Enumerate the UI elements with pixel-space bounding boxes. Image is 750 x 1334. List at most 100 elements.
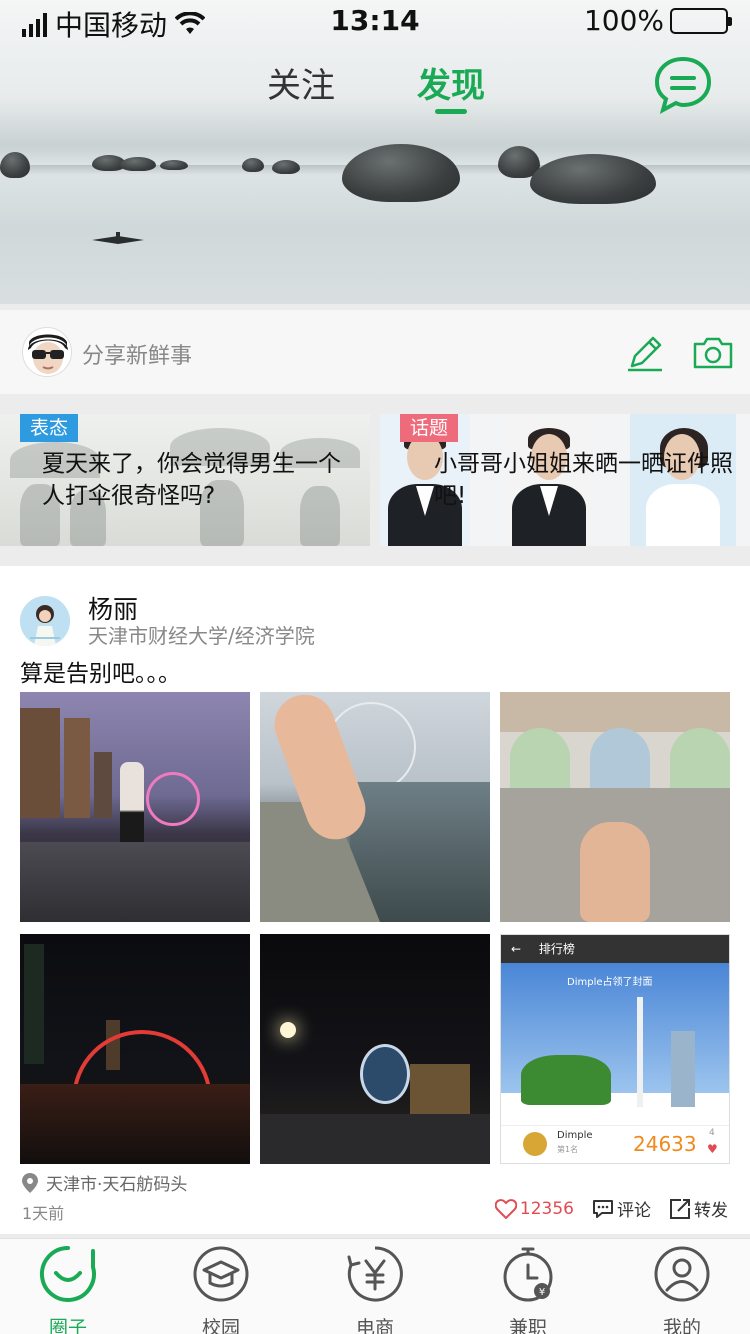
nav-label: 电商 [355,1317,394,1334]
rock [272,160,300,174]
battery-percent: 100% [583,4,664,37]
chat-bubble-icon[interactable] [654,56,712,114]
ranking-header: ← 排行榜 [501,935,729,963]
building [24,944,44,1064]
arch-opening [670,728,730,788]
building [20,708,60,818]
arch-opening [510,728,570,788]
location-pin-icon [22,1172,38,1193]
topic-tag: 表态 [20,414,79,442]
nav-label: 校园 [201,1317,240,1334]
share-button[interactable]: 转发 [669,1196,728,1221]
graduation-cap-icon [193,1246,249,1302]
nav-label: 我的 [662,1317,701,1334]
topic-card-umbrella[interactable]: 表态 夏天来了，你会觉得男生一个人打伞很奇怪吗? [0,414,370,546]
nav-label: 兼职 [508,1317,547,1334]
ranking-screenshot-photo[interactable]: ← 排行榜 Dimple占领了封面 Dimple 第1名 24633 4 ♥ [500,934,730,1164]
active-tab-indicator [435,109,467,114]
rock [242,158,264,172]
header-banner: 中国移动 13:14 100% 关注 发现 [0,0,750,304]
boat-illustration [92,232,144,244]
arch-opening [590,728,650,788]
tv-tower [637,997,643,1107]
battery-icon [670,7,732,34]
nav-label: 圈子 [48,1317,87,1334]
ranking-banner: Dimple占领了封面 [567,977,653,988]
nav-circle[interactable]: 圈子 [18,1245,118,1334]
post-time: 1天前 [22,1204,65,1223]
compose-bar[interactable]: 分享新鲜事 [0,310,750,394]
ranking-rank: 第1名 [557,1145,579,1154]
ferris-wheel [146,772,200,826]
location-label: 天津市·天石舫码头 [46,1175,188,1195]
arcade-roof [500,692,730,732]
status-bar: 中国移动 13:14 100% [0,0,750,42]
rock [160,160,188,170]
nav-ecommerce[interactable]: 电商 [325,1245,425,1334]
feed-post: 杨丽 天津市财经大学/经济学院 算是告别吧。。。 ← 排行榜 Dimple占领了… [0,566,750,1234]
ranking-user: Dimple [557,1130,593,1141]
street-light [280,1022,296,1038]
river-reflection [20,1084,250,1164]
topic-cards-strip: 表态 夏天来了，你会觉得男生一个人打伞很奇怪吗? 话题 小哥哥小姐姐来晒一晒证件… [0,414,750,546]
back-arrow-icon: ← [511,942,522,956]
post-actions: 12356 评论 转发 [494,1196,728,1221]
building [64,718,90,818]
like-count: 12356 [519,1198,574,1219]
tab-follow[interactable]: 关注 [267,58,335,107]
top-tabs: 关注 发现 [0,58,750,118]
camera-icon[interactable] [693,336,733,370]
post-text: 算是告别吧。。。 [20,661,181,687]
comment-button[interactable]: 评论 [592,1196,651,1221]
ferris-wheel-hand-photo[interactable] [260,692,490,922]
post-location[interactable]: 天津市·天石舫码头 [22,1170,187,1195]
red-bridge-night-photo[interactable] [20,934,250,1164]
ground [20,842,250,922]
tree [521,1055,611,1105]
smile-circle-icon [39,1246,96,1302]
comment-icon [593,1199,613,1218]
nav-profile[interactable]: 我的 [632,1245,732,1334]
night-riverside-photo[interactable] [20,692,250,922]
clock-tower [360,1044,410,1104]
ranking-title: 排行榜 [538,942,575,956]
compose-placeholder[interactable]: 分享新鲜事 [82,338,192,370]
ground [260,1114,490,1164]
user-icon [654,1246,710,1302]
ranking-score: 24633 [633,1132,697,1156]
building [671,1031,695,1107]
nav-campus[interactable]: 校园 [171,1245,271,1334]
svg-text:¥: ¥ [539,1287,545,1298]
rock [530,154,656,204]
nav-parttime[interactable]: ¥ 兼职 [478,1245,578,1334]
user-avatar [523,1132,547,1156]
author-avatar[interactable] [20,596,70,646]
topic-card-id-photo[interactable]: 话题 小哥哥小姐姐来晒一晒证件照吧! [380,414,750,546]
share-icon [670,1198,690,1219]
yen-icon [347,1246,403,1302]
topic-tag: 话题 [400,414,459,442]
heart-icon [494,1198,517,1219]
tab-discover-label: 发现 [417,66,485,106]
clock-tower-night-photo[interactable] [260,934,490,1164]
rock [120,157,156,171]
arches-hand-photo[interactable] [500,692,730,922]
author-school: 天津市财经大学/经济学院 [88,624,315,648]
pencil-icon[interactable] [626,334,664,372]
ranking-likes: 4 [709,1128,715,1138]
topic-text: 小哥哥小姐姐来晒一晒证件照吧! [434,451,733,509]
topic-text: 夏天来了，你会觉得男生一个人打伞很奇怪吗? [42,451,341,509]
tab-discover[interactable]: 发现 [417,58,485,114]
stopwatch-icon: ¥ [503,1247,553,1302]
rock [0,152,30,178]
share-label: 转发 [694,1201,728,1221]
heart-icon: ♥ [707,1142,718,1156]
rock [342,144,460,202]
comment-label: 评论 [617,1201,651,1221]
ranking-footer: Dimple 第1名 24633 4 ♥ [501,1125,729,1163]
building [94,752,112,818]
bottom-nav: 圈子 校园 电商 ¥ 兼职 我的 [0,1238,750,1334]
like-button[interactable]: 12356 [494,1198,574,1219]
building [410,1064,470,1114]
my-avatar[interactable] [22,327,72,377]
